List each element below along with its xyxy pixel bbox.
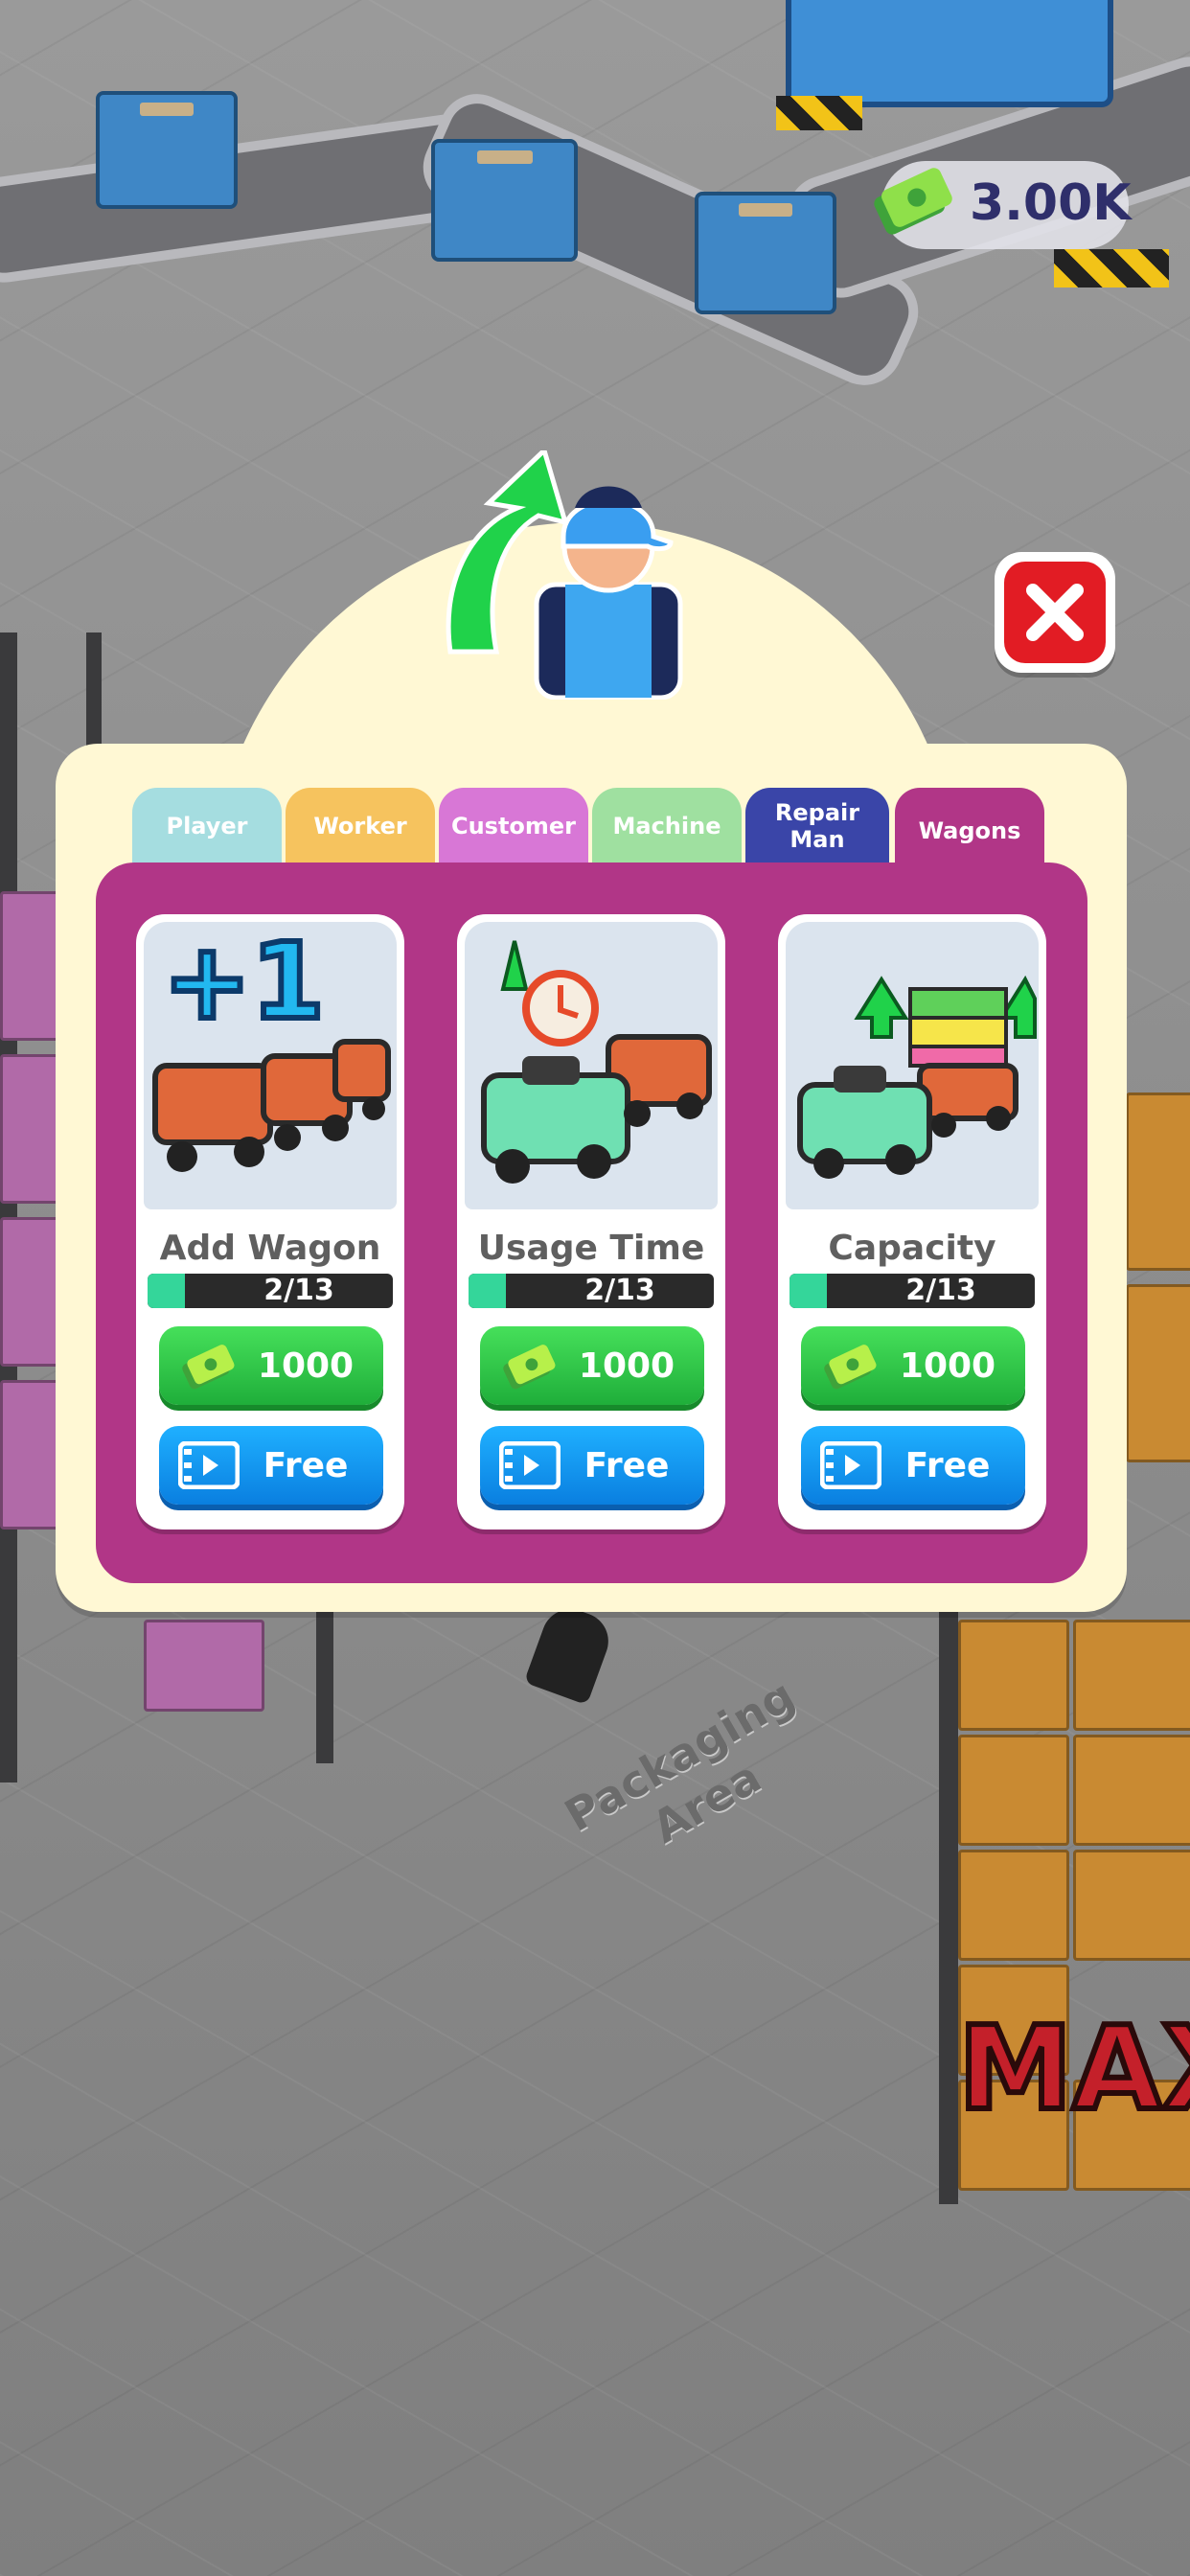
wagon-train-icon: +1 bbox=[152, 917, 391, 1172]
cost-label: 1000 bbox=[257, 1346, 355, 1386]
cash-stack-icon bbox=[812, 1332, 889, 1399]
upgrade-progress-bar: 2/13 bbox=[148, 1274, 393, 1308]
free-label: Free bbox=[263, 1445, 349, 1485]
progress-fill bbox=[469, 1274, 507, 1308]
close-button-face bbox=[1004, 562, 1106, 663]
upgrade-card-usage-time: Usage Time 2/13 1000 Free bbox=[457, 914, 725, 1530]
crate bbox=[958, 1850, 1069, 1961]
upgrade-card-capacity: Capacity 2/13 1000 Free bbox=[778, 914, 1046, 1530]
tab-worker[interactable]: Worker bbox=[286, 788, 435, 864]
free-label: Free bbox=[584, 1445, 670, 1485]
max-capacity-label: MAX bbox=[955, 2000, 1190, 2139]
cash-stack-icon bbox=[492, 1332, 568, 1399]
wagon-capacity-icon bbox=[797, 975, 1037, 1179]
category-tabs: Player Worker Customer Machine Repair Ma… bbox=[132, 788, 1052, 874]
tab-player[interactable]: Player bbox=[132, 788, 282, 864]
tab-label: Customer bbox=[450, 813, 577, 840]
money-counter: 3.00K bbox=[874, 161, 1132, 249]
packing-machine bbox=[786, 0, 1113, 107]
cost-label: 1000 bbox=[899, 1346, 996, 1386]
storage-shelf bbox=[939, 1591, 958, 2204]
upgrade-progress-bar: 2/13 bbox=[790, 1274, 1035, 1308]
package-box bbox=[96, 91, 238, 209]
buy-upgrade-button[interactable]: 1000 bbox=[159, 1326, 383, 1405]
floor-area-label: Packaging Area bbox=[556, 1668, 831, 1889]
wagon-timer-icon bbox=[481, 940, 712, 1184]
package-box bbox=[431, 139, 578, 262]
crate bbox=[958, 1620, 1069, 1731]
upgrade-progress-bar: 2/13 bbox=[469, 1274, 714, 1308]
free-upgrade-ad-button[interactable]: Free bbox=[480, 1426, 704, 1505]
video-ad-icon bbox=[171, 1432, 247, 1499]
crate bbox=[0, 1380, 63, 1530]
tab-label: Machine bbox=[612, 813, 721, 840]
video-ad-icon bbox=[812, 1432, 889, 1499]
tab-customer[interactable]: Customer bbox=[439, 788, 588, 864]
player-upgrade-icon bbox=[446, 450, 683, 700]
crate bbox=[0, 891, 63, 1041]
wagons-upgrade-panel: +1 Add Wagon 2/13 1000 Free Usage Time 2… bbox=[96, 862, 1087, 1583]
crate bbox=[1126, 1284, 1190, 1462]
cash-stack-icon bbox=[171, 1332, 247, 1399]
plus-one-badge: +1 bbox=[163, 922, 325, 1043]
upgrade-card-title: Add Wagon bbox=[159, 1229, 381, 1268]
money-amount: 3.00K bbox=[970, 174, 1132, 232]
free-label: Free bbox=[904, 1445, 991, 1485]
crate bbox=[1073, 1735, 1190, 1846]
upgrade-card-title: Usage Time bbox=[477, 1229, 705, 1268]
cash-stack-icon bbox=[874, 168, 952, 235]
crate bbox=[0, 1217, 63, 1367]
package-box bbox=[695, 192, 836, 314]
tab-label: Repair Man bbox=[774, 799, 860, 853]
capacity-image bbox=[786, 922, 1039, 1209]
hazard-stripe bbox=[1054, 249, 1169, 288]
upgrade-card-title: Capacity bbox=[828, 1229, 996, 1268]
crate bbox=[958, 1735, 1069, 1846]
free-upgrade-ad-button[interactable]: Free bbox=[801, 1426, 1025, 1505]
progress-text: 2/13 bbox=[263, 1274, 334, 1307]
progress-text: 2/13 bbox=[584, 1274, 655, 1307]
cost-label: 1000 bbox=[578, 1346, 675, 1386]
crate bbox=[144, 1620, 264, 1712]
progress-fill bbox=[148, 1274, 186, 1308]
tab-label: Worker bbox=[313, 813, 407, 840]
buy-upgrade-button[interactable]: 1000 bbox=[801, 1326, 1025, 1405]
buy-upgrade-button[interactable]: 1000 bbox=[480, 1326, 704, 1405]
crate bbox=[0, 1054, 63, 1204]
close-icon bbox=[1026, 584, 1084, 641]
close-button[interactable] bbox=[995, 552, 1115, 673]
upgrade-card-add-wagon: +1 Add Wagon 2/13 1000 Free bbox=[136, 914, 404, 1530]
tab-machine[interactable]: Machine bbox=[592, 788, 742, 864]
add-wagon-image: +1 bbox=[144, 917, 397, 1209]
video-ad-icon bbox=[492, 1432, 568, 1499]
tab-repair-man[interactable]: Repair Man bbox=[745, 788, 889, 864]
worker-character bbox=[523, 1600, 617, 1706]
progress-text: 2/13 bbox=[905, 1274, 976, 1307]
tab-label: Wagons bbox=[918, 817, 1021, 844]
tab-wagons[interactable]: Wagons bbox=[895, 788, 1044, 874]
crate bbox=[1073, 1620, 1190, 1731]
progress-fill bbox=[790, 1274, 828, 1308]
crate bbox=[1126, 1092, 1190, 1271]
usage-time-image bbox=[465, 922, 718, 1209]
tab-label: Player bbox=[166, 813, 248, 840]
free-upgrade-ad-button[interactable]: Free bbox=[159, 1426, 383, 1505]
hazard-stripe bbox=[776, 96, 862, 130]
storage-shelf bbox=[0, 632, 17, 1782]
crate bbox=[1073, 1850, 1190, 1961]
